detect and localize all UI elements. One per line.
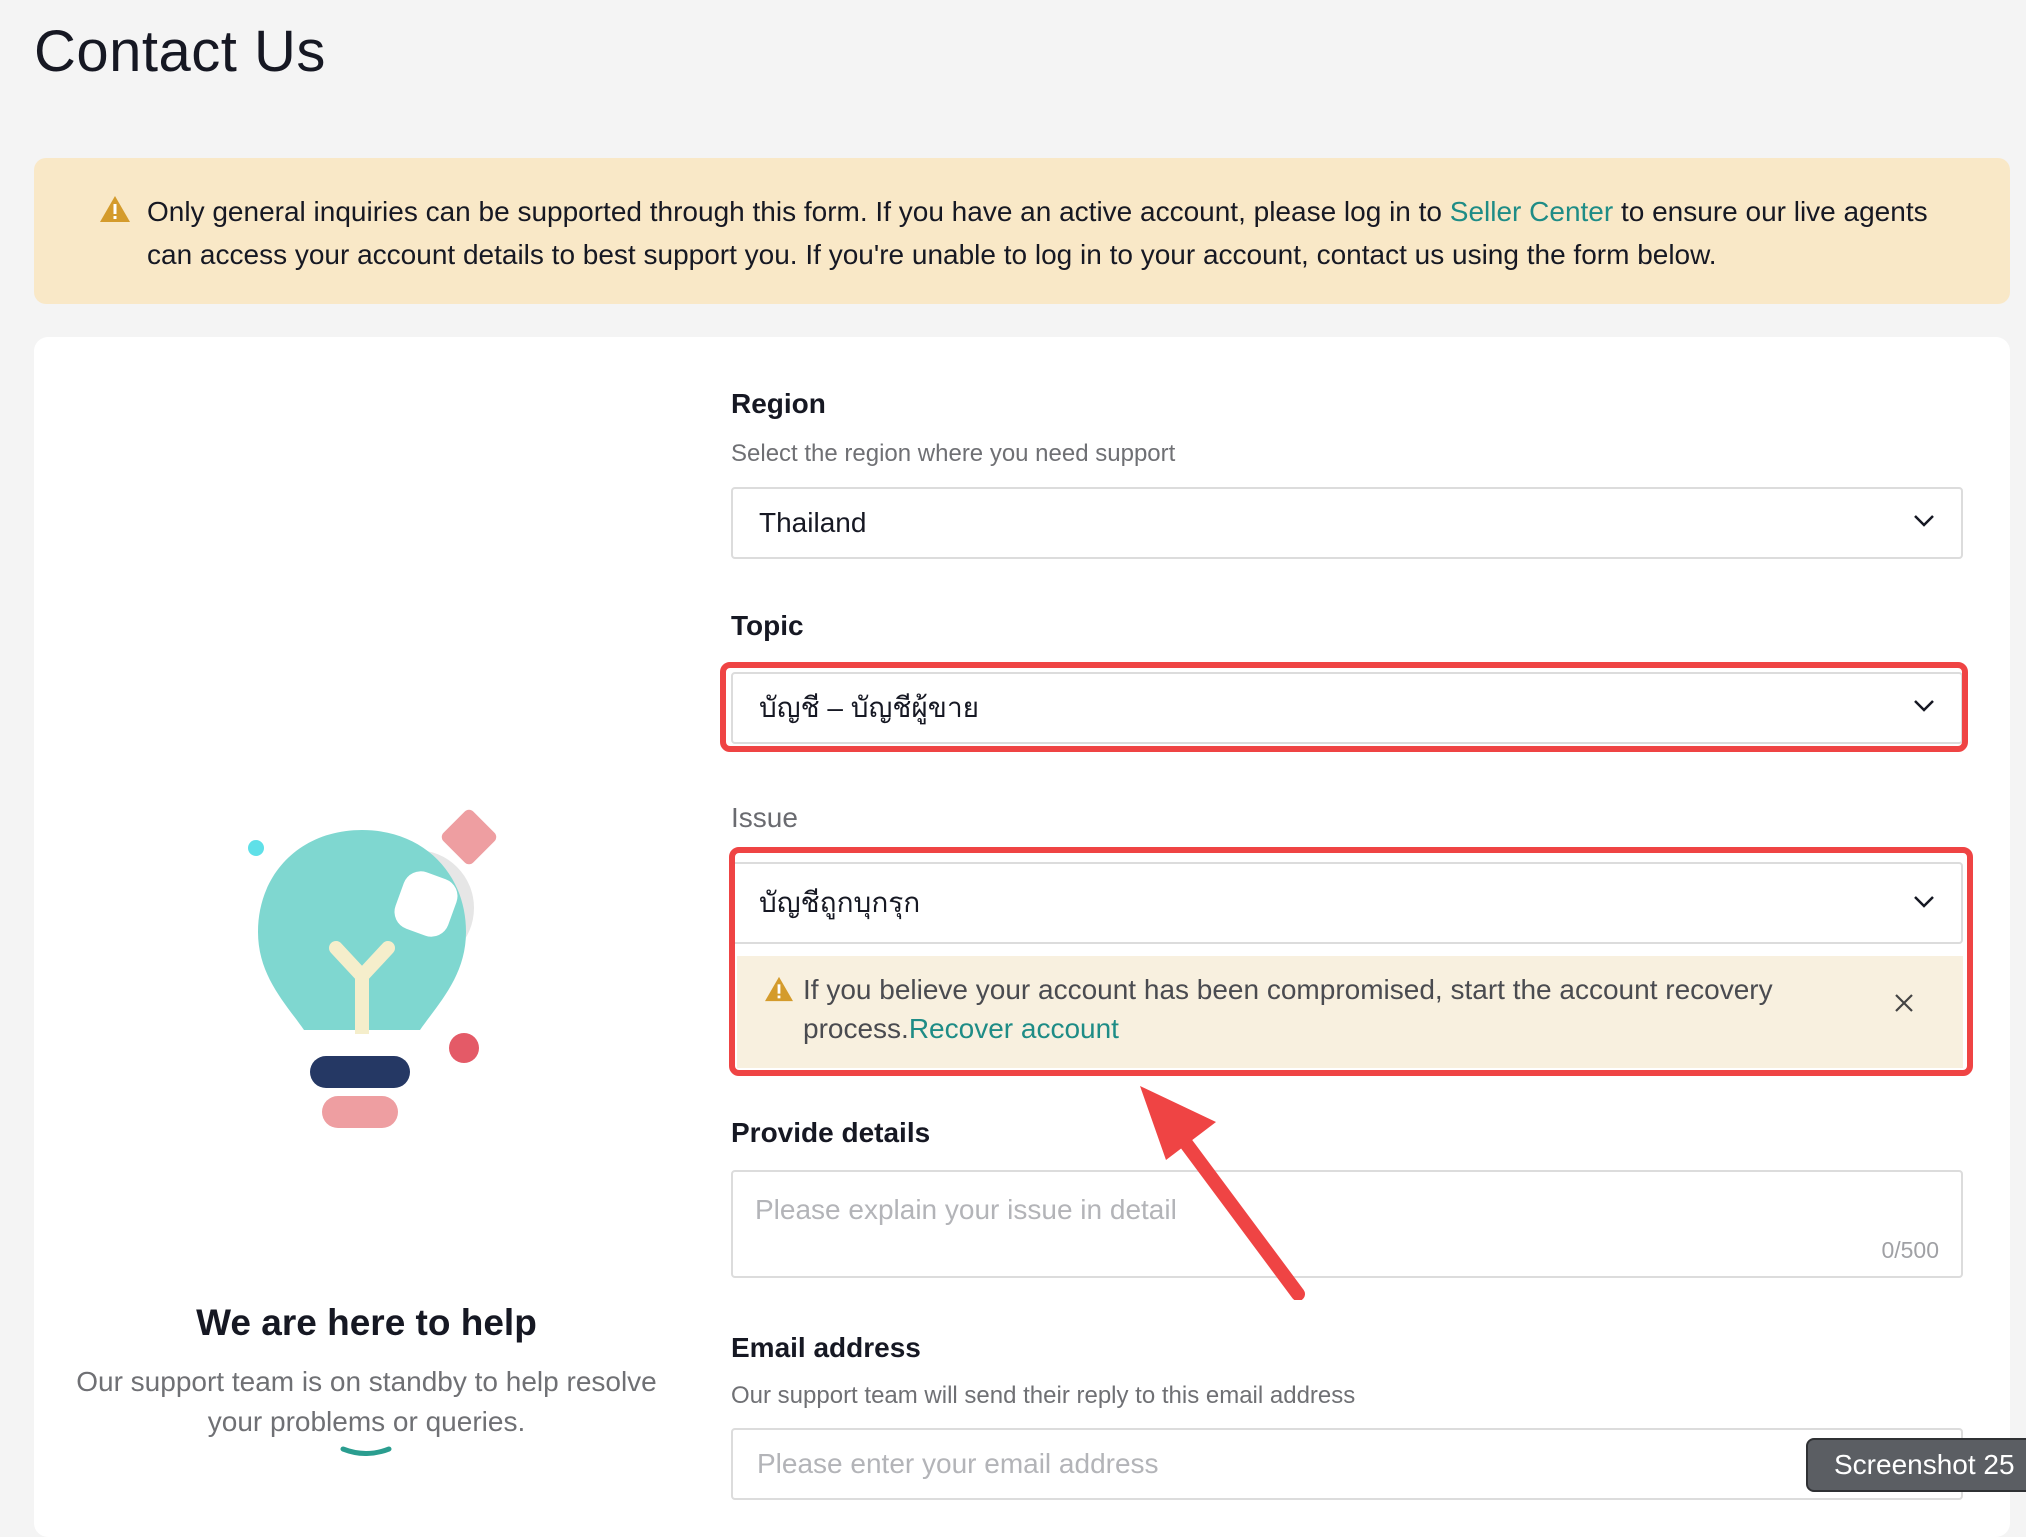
issue-value: บัญชีถูกบุกรุก (759, 887, 921, 918)
chevron-down-icon (1914, 515, 1934, 527)
email-input[interactable]: Please enter your email address (731, 1428, 1963, 1500)
issue-label: Issue (731, 802, 798, 833)
warning-icon (765, 976, 793, 1002)
character-counter: 0/500 (1881, 1237, 1939, 1263)
region-label: Region (731, 388, 826, 419)
notice-text-before: Only general inquiries can be supported … (147, 196, 1450, 227)
help-title: We are here to help (196, 1302, 537, 1343)
email-label: Email address (731, 1332, 921, 1363)
account-compromised-alert: If you believe your account has been com… (737, 956, 1963, 1068)
page-title: Contact Us (34, 19, 326, 84)
warning-icon (100, 196, 130, 222)
notice-banner: Only general inquiries can be supported … (34, 158, 2010, 304)
close-icon[interactable] (1893, 992, 1915, 1014)
topic-label: Topic (731, 610, 804, 641)
region-help: Select the region where you need support (731, 440, 1176, 467)
issue-select[interactable]: บัญชีถูกบุกรุก (731, 862, 1963, 944)
topic-select[interactable]: บัญชี – บัญชีผู้ขาย (731, 672, 1963, 744)
screenshot-thumbnail[interactable]: Screenshot 25 (1806, 1438, 2026, 1492)
email-help: Our support team will send their reply t… (731, 1382, 1356, 1409)
recover-account-link[interactable]: Recover account (909, 1013, 1119, 1044)
chevron-down-icon (1914, 700, 1934, 712)
details-label: Provide details (731, 1117, 931, 1148)
region-select[interactable]: Thailand (731, 487, 1963, 559)
topic-value: บัญชี – บัญชีผู้ขาย (759, 692, 980, 723)
scroll-indicator (340, 1446, 392, 1456)
email-placeholder: Please enter your email address (757, 1448, 1159, 1479)
details-textarea[interactable]: Please explain your issue in detail 0/50… (731, 1170, 1963, 1278)
region-value: Thailand (759, 507, 867, 538)
lightbulb-illustration (248, 809, 497, 1128)
seller-center-link[interactable]: Seller Center (1450, 196, 1613, 227)
chevron-down-icon (1914, 896, 1934, 908)
annotation-arrow (1140, 1086, 1305, 1300)
help-description: Our support team is on standby to help r… (76, 1366, 657, 1437)
details-placeholder: Please explain your issue in detail (755, 1194, 1177, 1225)
